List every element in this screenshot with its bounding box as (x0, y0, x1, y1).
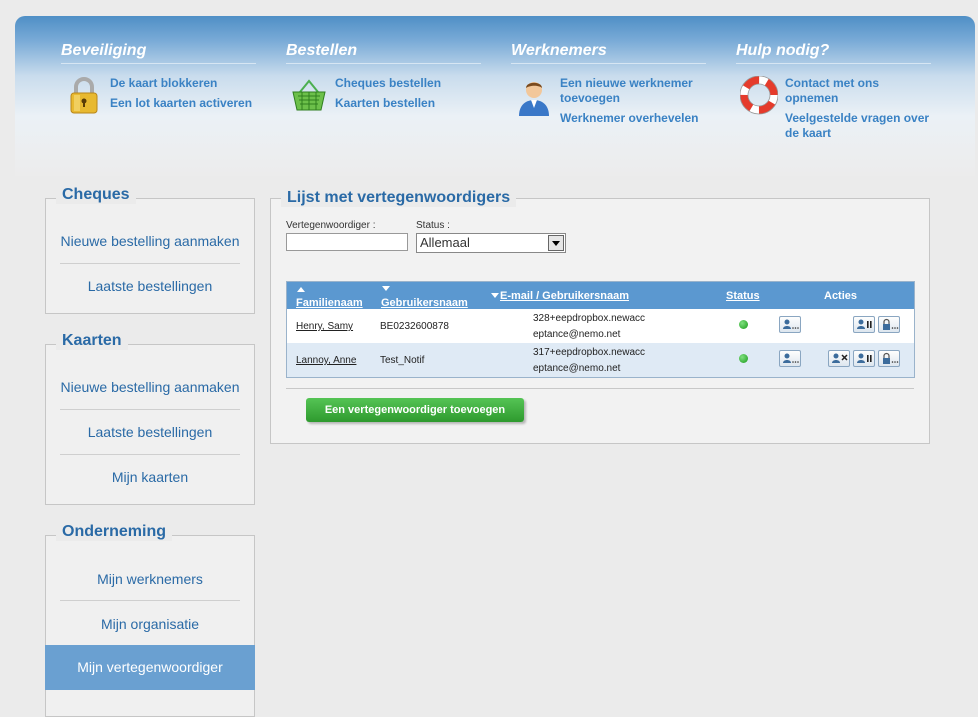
column-header-actions: Acties (824, 290, 858, 302)
menu-link-contact[interactable]: Contact met ons opnemen (785, 76, 935, 106)
sidebar-section-title: Cheques (56, 186, 136, 204)
row-email-line2: eptance@nemo.net (533, 329, 621, 340)
person-icon (519, 82, 549, 116)
sidebar-item-my-organisation[interactable]: Mijn organisatie (60, 616, 240, 632)
divider (286, 388, 914, 389)
sidebar-item-cheques-new-order[interactable]: Nieuwe bestelling aanmaken (60, 233, 240, 249)
column-header-lastname[interactable]: Familienaam (296, 297, 363, 309)
sidebar-item-my-representative[interactable]: Mijn vertegenwoordiger (45, 645, 255, 690)
menu-title: Beveiliging (61, 42, 256, 64)
sidebar-item-my-cards[interactable]: Mijn kaarten (60, 469, 240, 485)
table-header: Familienaam Gebruikersnaam E-mail / Gebr… (287, 282, 914, 309)
status-filter-value: Allemaal (420, 235, 470, 250)
sidebar-section-title: Onderneming (56, 523, 173, 541)
column-header-email[interactable]: E-mail / Gebruikersnaam (500, 290, 629, 302)
menu-link-faq[interactable]: Veelgestelde vragen over de kaart (785, 111, 935, 141)
row-username: Test_Notif (380, 355, 425, 366)
column-header-status[interactable]: Status (726, 290, 760, 302)
lock-icon[interactable] (878, 350, 900, 367)
menu-link-activate-batch[interactable]: Een lot kaarten activeren (110, 96, 260, 111)
add-representative-button[interactable]: Een vertegenwoordiger toevoegen (306, 398, 524, 422)
representatives-panel: Lijst met vertegenwoordigers Vertegenwoo… (270, 189, 930, 444)
menu-link-transfer-employee[interactable]: Werknemer overhevelen (560, 111, 710, 126)
basket-icon (292, 79, 326, 111)
view-user-icon[interactable] (779, 316, 801, 333)
sidebar-section-cheques: Cheques Nieuwe bestelling aanmaken Laats… (45, 186, 255, 314)
row-lastname-link[interactable]: Lannoy, Anne (296, 355, 356, 366)
menu-title: Werknemers (511, 42, 706, 64)
menu-section-werknemers: Werknemers Een nieuwe werknemer toevoege… (511, 42, 706, 156)
lock-icon[interactable] (878, 316, 900, 333)
lifebuoy-icon (740, 76, 778, 115)
page-title: Lijst met vertegenwoordigers (281, 189, 517, 207)
top-navigation: Beveiliging De kaart blokkeren Een lot k… (15, 16, 975, 176)
row-email-line1: 317+eepdropbox.newacc (533, 347, 646, 358)
padlock-icon (70, 77, 98, 114)
sidebar-section-onderneming: Onderneming Mijn werknemers Mijn organis… (45, 523, 255, 717)
representative-filter-input[interactable] (286, 233, 408, 251)
menu-link-order-cheques[interactable]: Cheques bestellen (335, 76, 485, 91)
sidebar-section-title: Kaarten (56, 332, 128, 350)
status-filter-select[interactable]: Allemaal (416, 233, 566, 253)
divider (60, 600, 240, 601)
menu-link-block-card[interactable]: De kaart blokkeren (110, 76, 260, 91)
sort-asc-icon[interactable] (297, 287, 305, 292)
delete-user-icon[interactable] (828, 350, 850, 367)
sort-desc-icon[interactable] (491, 293, 499, 298)
table-row: Lannoy, Anne Test_Notif 317+eepdropbox.n… (287, 343, 914, 377)
row-email-line1: 328+eepdropbox.newacc (533, 313, 646, 324)
row-lastname-link[interactable]: Henry, Samy (296, 321, 353, 332)
menu-title: Bestellen (286, 42, 481, 64)
status-active-icon (739, 320, 748, 329)
divider (60, 263, 240, 264)
row-username: BE0232600878 (380, 321, 449, 332)
view-user-icon[interactable] (779, 350, 801, 367)
menu-link-order-cards[interactable]: Kaarten bestellen (335, 96, 485, 111)
sort-desc-icon[interactable] (382, 286, 390, 291)
menu-section-help: Hulp nodig? Contact met ons opnemen Veel… (736, 42, 931, 156)
sidebar-item-cards-last-orders[interactable]: Laatste bestellingen (60, 424, 240, 440)
chevron-down-icon[interactable] (548, 235, 564, 251)
column-header-username[interactable]: Gebruikersnaam (381, 297, 468, 309)
divider (60, 409, 240, 410)
pause-user-icon[interactable] (853, 316, 875, 333)
sidebar-item-my-employees[interactable]: Mijn werknemers (60, 571, 240, 587)
row-email-line2: eptance@nemo.net (533, 363, 621, 374)
representatives-table: Familienaam Gebruikersnaam E-mail / Gebr… (286, 281, 915, 378)
sidebar-item-cards-new-order[interactable]: Nieuwe bestelling aanmaken (60, 379, 240, 395)
sidebar-item-cheques-last-orders[interactable]: Laatste bestellingen (60, 278, 240, 294)
menu-section-bestellen: Bestellen Cheques bestellen Kaarten best… (286, 42, 481, 156)
pause-user-icon[interactable] (853, 350, 875, 367)
menu-link-add-employee[interactable]: Een nieuwe werknemer toevoegen (560, 76, 710, 106)
table-row: Henry, Samy BE0232600878 328+eepdropbox.… (287, 309, 914, 343)
menu-section-beveiliging: Beveiliging De kaart blokkeren Een lot k… (61, 42, 256, 156)
divider (60, 454, 240, 455)
status-filter-label: Status : (416, 220, 450, 231)
representative-filter-label: Vertegenwoordiger : (286, 220, 376, 231)
status-active-icon (739, 354, 748, 363)
sidebar-section-kaarten: Kaarten Nieuwe bestelling aanmaken Laats… (45, 332, 255, 505)
menu-title: Hulp nodig? (736, 42, 931, 64)
